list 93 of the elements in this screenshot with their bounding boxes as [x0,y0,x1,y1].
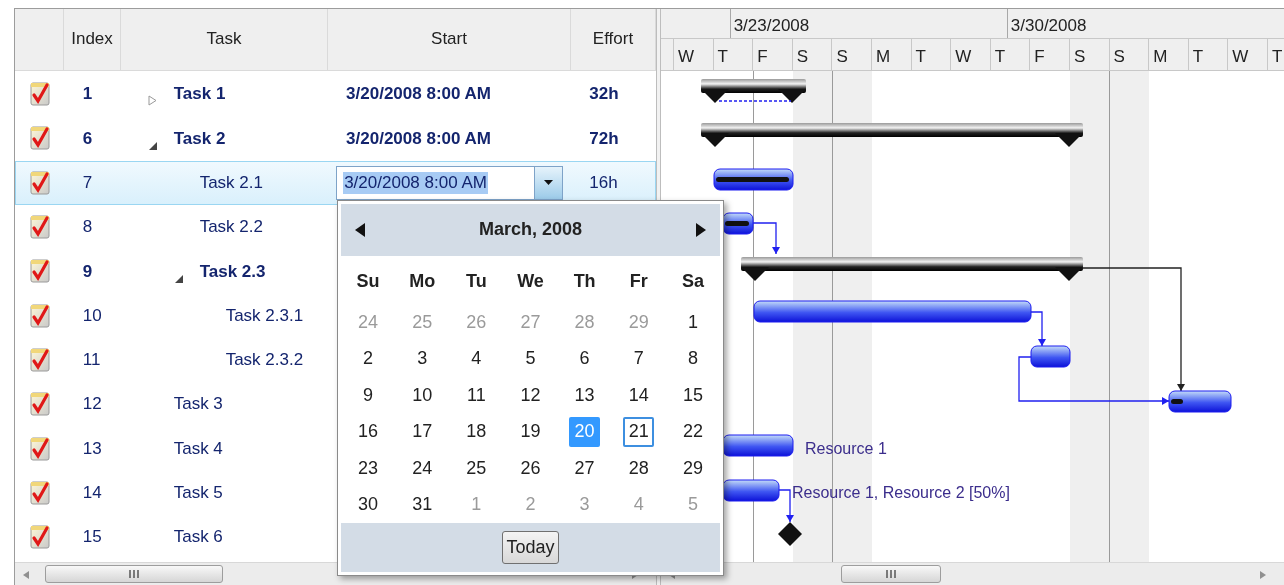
calendar-day[interactable]: 5 [515,343,546,374]
table-cell: 7 [82,173,93,192]
task-name: Task 6 [173,526,223,549]
day-header: T [990,39,1031,70]
table-cell: 1 [82,84,93,104]
calendar-day[interactable]: 25 [460,453,492,484]
day-header: T [911,39,952,70]
calendar-day[interactable]: 8 [677,343,709,374]
table-cell: 14 [82,483,102,503]
table-cell: 15 [82,527,102,547]
calendar-day[interactable]: 1 [677,307,709,338]
day-header: T [1267,39,1284,70]
table-row[interactable]: 7 Task 2.1 3/20/2008 8:00 AM 16h [15,160,656,205]
calendar-day[interactable]: 15 [677,380,709,411]
table-cell: 72h [589,128,619,148]
task-name: Task 2.3 [199,260,266,283]
task-name: Task 2.2 [199,216,263,239]
calendar-day[interactable]: 17 [406,416,438,447]
table-cell-text: 3/20/2008 8:00 AM [345,84,492,104]
weekday-label: Sa [681,270,704,294]
calendar-day[interactable]: 13 [569,380,601,411]
task-name: Task 3 [173,393,223,416]
table-cell: 9 [82,261,93,281]
table-cell-text: 3/20/2008 8:00 AM [345,128,492,148]
calendar-day[interactable]: 11 [460,380,492,411]
calendar-day[interactable]: 27 [569,453,601,484]
date-field[interactable]: 3/20/2008 8:00 AM [336,165,564,200]
task-name: Task 1 [173,83,226,106]
weekday-label: Tu [466,270,487,294]
calendar-day[interactable]: 29 [677,453,709,484]
table-cell: 8 [82,217,93,237]
calendar-day[interactable]: 10 [406,380,438,411]
calendar-day[interactable]: 26 [515,453,546,484]
day-header: S [832,39,872,70]
column-header[interactable]: Task [121,9,328,70]
calendar-day[interactable]: 16 [352,416,384,447]
task-name: Task 2.1 [199,172,263,194]
resource-label: Resource 1, Resource 2 [50%] [792,483,1010,503]
task-name: Task 2.3.2 [225,349,304,372]
calendar-day[interactable]: 18 [460,416,492,447]
week-label: 3/30/2008 [1010,16,1087,35]
column-header[interactable]: Index [64,9,121,70]
table-cell: 11 [82,350,101,370]
calendar-day[interactable]: 9 [352,380,384,411]
day-header: W [951,39,991,70]
task-name: Task 5 [173,482,223,505]
weekday-label: Mo [409,270,436,294]
calendar-day[interactable]: 2 [352,343,384,374]
resource-label: Resource 1 [805,439,887,459]
day-header: M [871,39,912,70]
calendar-day[interactable]: 4 [460,343,492,374]
day-header: S [1109,39,1150,70]
day-header: F [1030,39,1070,70]
day-header: F [753,39,793,70]
task-name: Task 2.3.1 [225,304,304,327]
weekday-label: We [517,270,544,294]
calendar-day[interactable]: 21 [623,416,655,447]
calendar-day[interactable]: 30 [352,489,384,520]
week-label: 3/23/2008 [733,16,810,35]
calendar-day[interactable]: 28 [623,453,655,484]
calendar-day[interactable]: 31 [406,489,438,520]
table-cell: 6 [82,128,93,148]
calendar-day[interactable]: 23 [352,453,384,484]
task-name: Task 2 [173,127,226,150]
day-header: W [674,39,714,70]
day-header: M [1149,39,1189,70]
table-cell: 12 [82,394,102,414]
weekday-label: Th [573,270,596,294]
weekday-label: Fr [629,270,648,294]
day-header: T [713,39,754,70]
calendar-day[interactable]: 14 [623,380,655,411]
table-cell: 32h [589,84,619,104]
calendar-day[interactable]: 22 [677,416,709,447]
day-header: T [1188,39,1229,70]
day-header: S [792,39,833,70]
table-cell: 13 [82,438,102,458]
calendar-day[interactable]: 24 [406,453,438,484]
calendar-day[interactable]: 6 [569,343,601,374]
day-header: S [1069,39,1110,70]
calendar-day[interactable]: 7 [623,343,655,374]
calendar-day[interactable]: 12 [515,380,546,411]
month-title[interactable]: March, 2008 [478,216,583,244]
table-row[interactable]: 1 Task 1 3/20/2008 8:00 AM 32h [15,72,656,117]
today-button[interactable]: Today [502,530,559,564]
table-cell: 10 [82,305,102,325]
calendar-day[interactable]: 3 [406,343,438,374]
table-row[interactable]: 6 Task 2 3/20/2008 8:00 AM 72h [15,116,656,161]
column-header[interactable]: Start [328,9,571,70]
day-header: W [1228,39,1268,70]
task-name: Task 4 [173,437,223,460]
table-cell: 16h [589,173,618,192]
weekday-label: Su [356,270,380,294]
calendar-day[interactable]: 19 [515,416,546,447]
